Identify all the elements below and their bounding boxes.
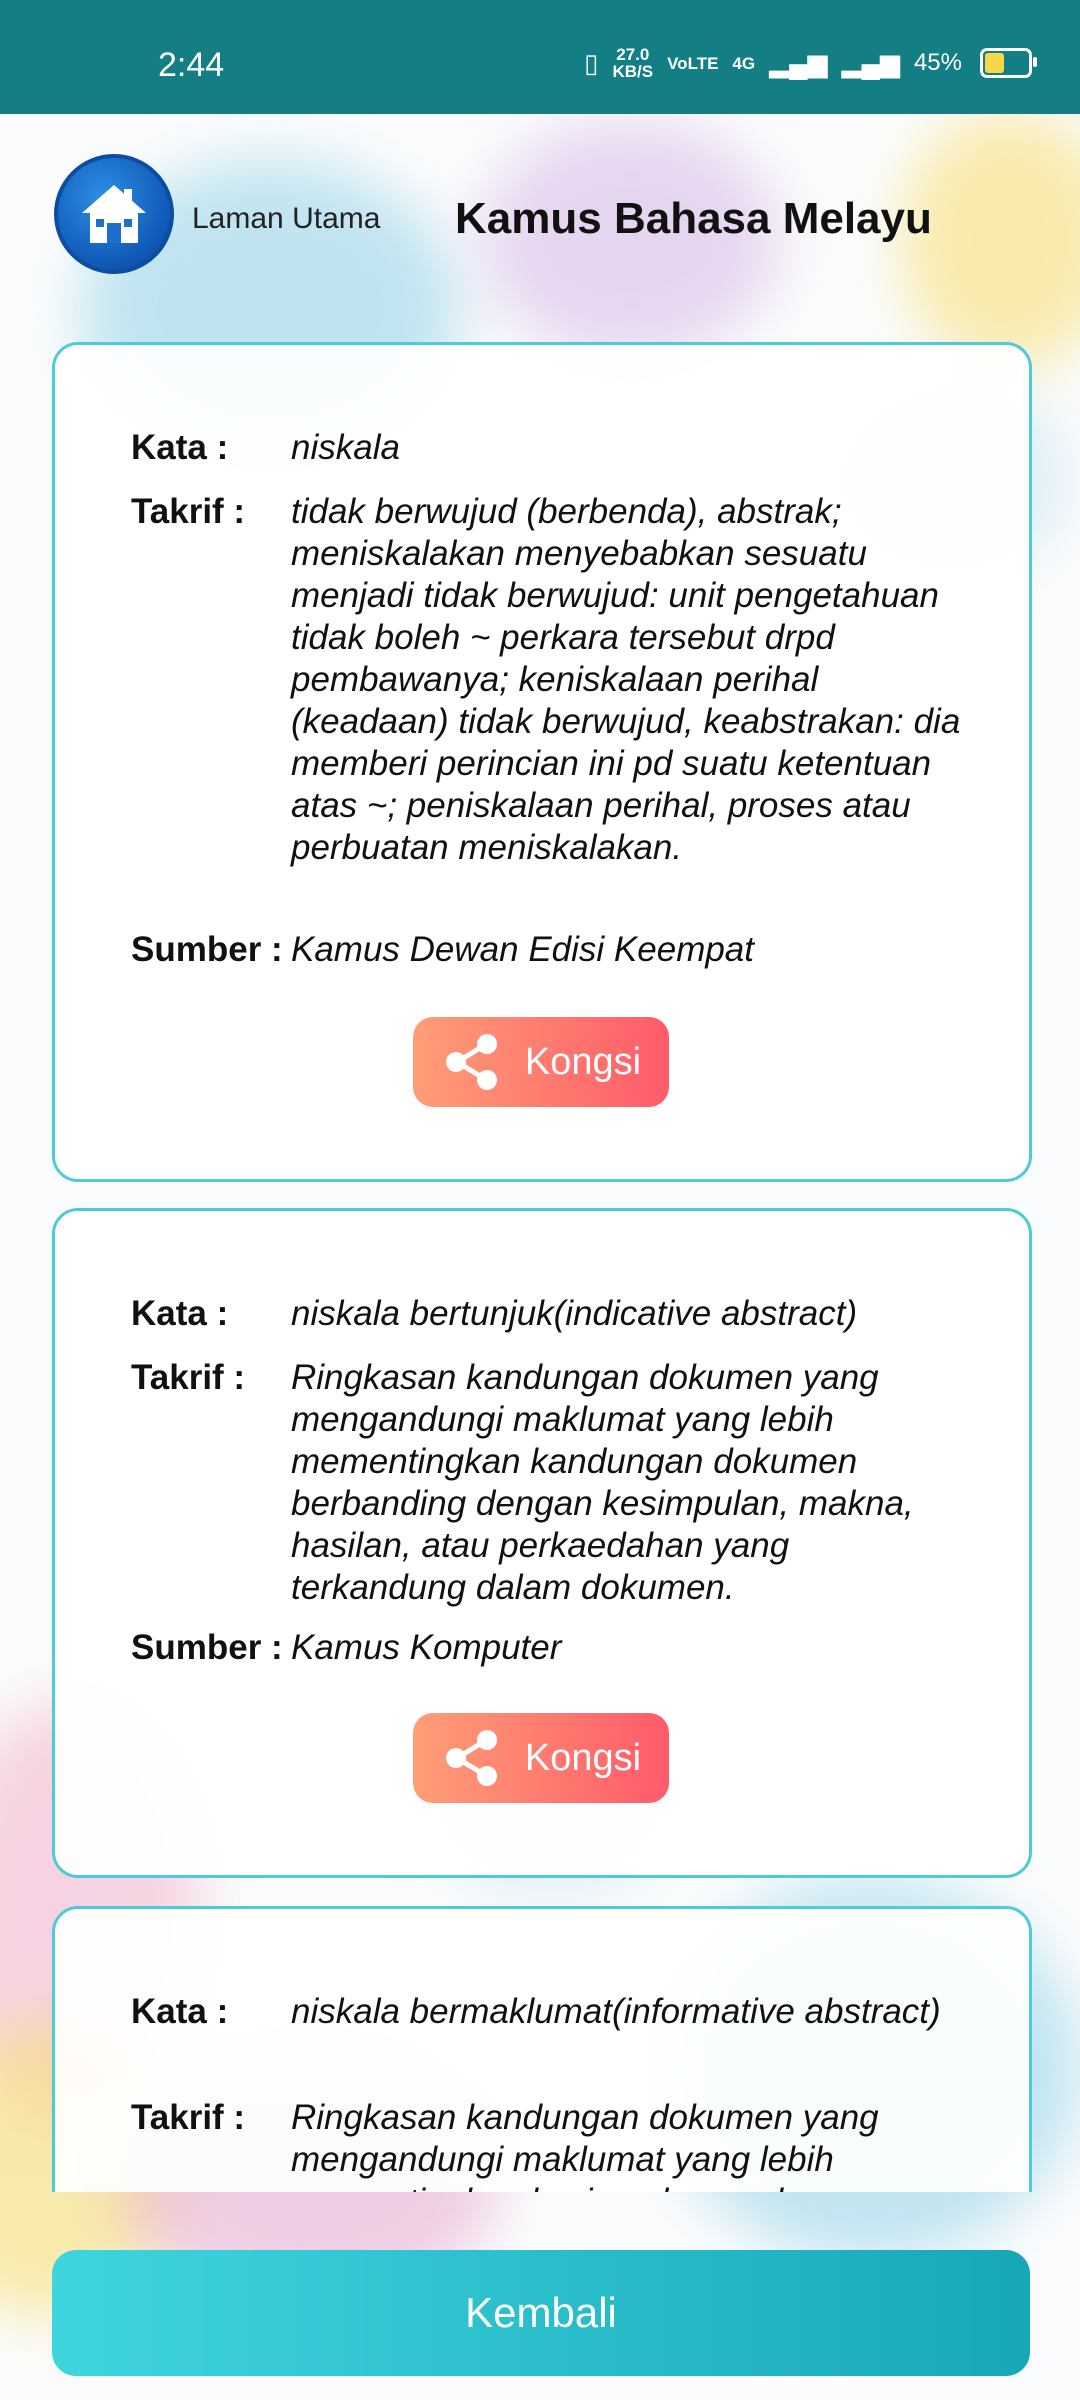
takrif-label: Takrif : [131,1358,246,1397]
takrif-row: Takrif : tidak berwujud (berbenda), abst… [131,491,969,869]
status-time: 2:44 [158,46,225,84]
entry-list[interactable]: Kata : niskala Takrif : tidak berwujud (… [0,342,1080,2192]
takrif-row: Takrif : Ringkasan kandungan dokumen yan… [131,1357,969,1609]
home-label[interactable]: Laman Utama [192,202,380,236]
back-label: Kembali [465,2289,617,2336]
takrif-value: tidak berwujud (berbenda), abstrak; meni… [291,492,961,867]
share-button[interactable]: Kongsi [413,1017,669,1107]
home-button[interactable] [54,154,174,274]
entry-card: Kata : niskala bermaklumat(informative a… [52,1906,1032,2192]
signal-icon: ▂▄▆ [769,47,828,78]
share-label: Kongsi [524,1736,642,1779]
net-speed: 27.0 KB/S [612,45,654,81]
takrif-label: Takrif : [131,492,246,531]
signal-icon-2: ▂▄▆ [841,47,900,78]
header: Laman Utama Kamus Bahasa Melayu [0,114,1080,334]
page-title: Kamus Bahasa Melayu [455,194,932,243]
back-button[interactable]: Kembali [52,2250,1030,2376]
entry-card: Kata : niskala Takrif : tidak berwujud (… [52,342,1032,1182]
sumber-value: Kamus Dewan Edisi Keempat [291,930,754,969]
kata-value: niskala bertunjuk(indicative abstract) [291,1294,858,1333]
takrif-label: Takrif : [131,2098,246,2137]
status-icons: ▯ 27.0 KB/S VoLTE 4G ▂▄▆ ▂▄▆ 45% [584,45,1037,81]
network-type: 4G [732,53,756,73]
kata-label: Kata : [131,428,229,467]
sumber-label: Sumber : [131,930,283,969]
sumber-row: Sumber : Kamus Dewan Edisi Keempat [131,929,969,971]
kata-value: niskala bermaklumat(informative abstract… [291,1992,941,2031]
battery-icon [980,48,1037,78]
sumber-row: Sumber : Kamus Komputer [131,1627,969,1669]
sumber-label: Sumber : [131,1628,283,1667]
kata-row: Kata : niskala bermaklumat(informative a… [131,1991,969,2033]
status-bar: 2:44 ▯ 27.0 KB/S VoLTE 4G ▂▄▆ ▂▄▆ 45% [0,0,1080,114]
kata-value: niskala [291,428,400,467]
share-icon [445,1034,497,1090]
entry-card: Kata : niskala bertunjuk(indicative abst… [52,1208,1032,1878]
share-button[interactable]: Kongsi [413,1713,669,1803]
house-icon [82,185,146,243]
takrif-row: Takrif : Ringkasan kandungan dokumen yan… [131,2097,969,2192]
kata-row: Kata : niskala [131,427,969,469]
kata-label: Kata : [131,1992,229,2031]
sumber-value: Kamus Komputer [291,1628,562,1667]
battery-percent: 45% [913,49,962,76]
kata-row: Kata : niskala bertunjuk(indicative abst… [131,1293,969,1335]
share-label: Kongsi [524,1040,642,1083]
share-icon [445,1730,497,1786]
vibrate-icon: ▯ [584,47,599,78]
takrif-value: Ringkasan kandungan dokumen yang mengand… [291,2098,879,2192]
takrif-value: Ringkasan kandungan dokumen yang mengand… [291,1358,914,1607]
volte-badge: VoLTE [667,53,719,73]
kata-label: Kata : [131,1294,229,1333]
